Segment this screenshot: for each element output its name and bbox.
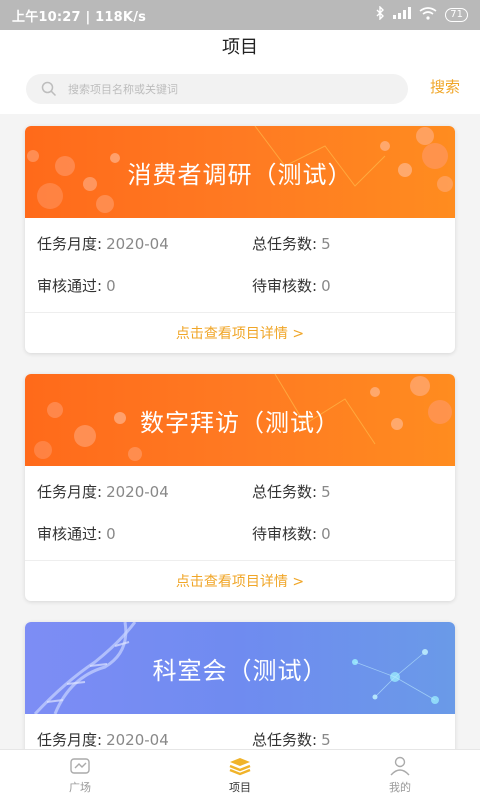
- total-label: 总任务数:: [252, 730, 318, 749]
- project-card[interactable]: 科室会（测试） 任务月度: 2020-04 总任务数: 5: [25, 622, 455, 750]
- status-bar: 上午10:27 | 118K/s 71: [0, 0, 480, 30]
- approved-field: 审核通过: 0: [25, 523, 240, 544]
- user-icon: [387, 755, 413, 777]
- approved-value: 0: [106, 276, 116, 295]
- view-detail-link[interactable]: 点击查看项目详情 >: [25, 313, 455, 353]
- info-row: 任务月度: 2020-04 总任务数: 5: [25, 718, 455, 750]
- pending-value: 0: [321, 276, 331, 295]
- tab-project[interactable]: 项目: [160, 750, 320, 800]
- month-label: 任务月度:: [37, 482, 103, 501]
- month-label: 任务月度:: [37, 234, 103, 253]
- plaza-icon: [67, 755, 93, 777]
- month-field: 任务月度: 2020-04: [25, 233, 240, 254]
- total-field: 总任务数: 5: [240, 481, 455, 502]
- total-field: 总任务数: 5: [240, 729, 455, 750]
- info-row: 审核通过: 0 待审核数: 0: [25, 264, 455, 306]
- project-banner: 科室会（测试）: [25, 622, 455, 714]
- page-header: 项目: [0, 30, 480, 62]
- total-label: 总任务数:: [252, 234, 318, 253]
- wifi-icon: [419, 6, 437, 24]
- project-title: 数字拜访（测试）: [140, 408, 340, 437]
- total-value: 5: [321, 482, 331, 501]
- month-value: 2020-04: [106, 234, 169, 253]
- status-icons: 71: [375, 5, 468, 24]
- status-time: 上午10:27 | 118K/s: [12, 9, 147, 25]
- pending-label: 待审核数:: [252, 276, 318, 295]
- signal-icon: [393, 7, 412, 23]
- month-value: 2020-04: [106, 482, 169, 501]
- pending-label: 待审核数:: [252, 524, 318, 543]
- tab-label: 广场: [69, 781, 91, 794]
- total-label: 总任务数:: [252, 482, 318, 501]
- search-input[interactable]: [66, 81, 370, 97]
- bluetooth-icon: [375, 5, 385, 24]
- project-banner: 消费者调研（测试）: [25, 126, 455, 218]
- total-value: 5: [321, 730, 331, 749]
- project-banner: 数字拜访（测试）: [25, 374, 455, 466]
- project-title: 科室会（测试）: [152, 656, 328, 685]
- view-detail-link[interactable]: 点击查看项目详情 >: [25, 561, 455, 601]
- approved-field: 审核通过: 0: [25, 275, 240, 296]
- search-button[interactable]: 搜索: [430, 76, 460, 97]
- total-field: 总任务数: 5: [240, 233, 455, 254]
- project-card[interactable]: 消费者调研（测试） 任务月度: 2020-04 总任务数: 5 审核通过: 0 待审核…: [25, 126, 455, 353]
- bottom-tab-bar: 广场 项目 我的: [0, 749, 480, 800]
- project-card[interactable]: 数字拜访（测试） 任务月度: 2020-04 总任务数: 5 审核通过: 0 待审核数…: [25, 374, 455, 601]
- approved-label: 审核通过:: [37, 276, 103, 295]
- info-row: 审核通过: 0 待审核数: 0: [25, 512, 455, 554]
- info-row: 任务月度: 2020-04 总任务数: 5: [25, 222, 455, 264]
- pending-field: 待审核数: 0: [240, 523, 455, 544]
- search-bar: 搜索: [0, 62, 480, 114]
- page-title: 项目: [222, 37, 258, 58]
- approved-value: 0: [106, 524, 116, 543]
- month-label: 任务月度:: [37, 730, 103, 749]
- info-row: 任务月度: 2020-04 总任务数: 5: [25, 470, 455, 512]
- month-field: 任务月度: 2020-04: [25, 481, 240, 502]
- approved-label: 审核通过:: [37, 524, 103, 543]
- project-stack-icon: [227, 755, 253, 777]
- project-title: 消费者调研（测试）: [127, 160, 353, 189]
- tab-label: 项目: [229, 781, 251, 794]
- tab-plaza[interactable]: 广场: [0, 750, 160, 800]
- tab-label: 我的: [389, 781, 411, 794]
- search-box[interactable]: [26, 74, 408, 104]
- month-value: 2020-04: [106, 730, 169, 749]
- pending-value: 0: [321, 524, 331, 543]
- search-icon: [38, 78, 60, 100]
- total-value: 5: [321, 234, 331, 253]
- pending-field: 待审核数: 0: [240, 275, 455, 296]
- tab-mine[interactable]: 我的: [320, 750, 480, 800]
- battery-indicator: 71: [445, 8, 468, 22]
- month-field: 任务月度: 2020-04: [25, 729, 240, 750]
- project-list: 消费者调研（测试） 任务月度: 2020-04 总任务数: 5 审核通过: 0 待审核…: [0, 114, 480, 750]
